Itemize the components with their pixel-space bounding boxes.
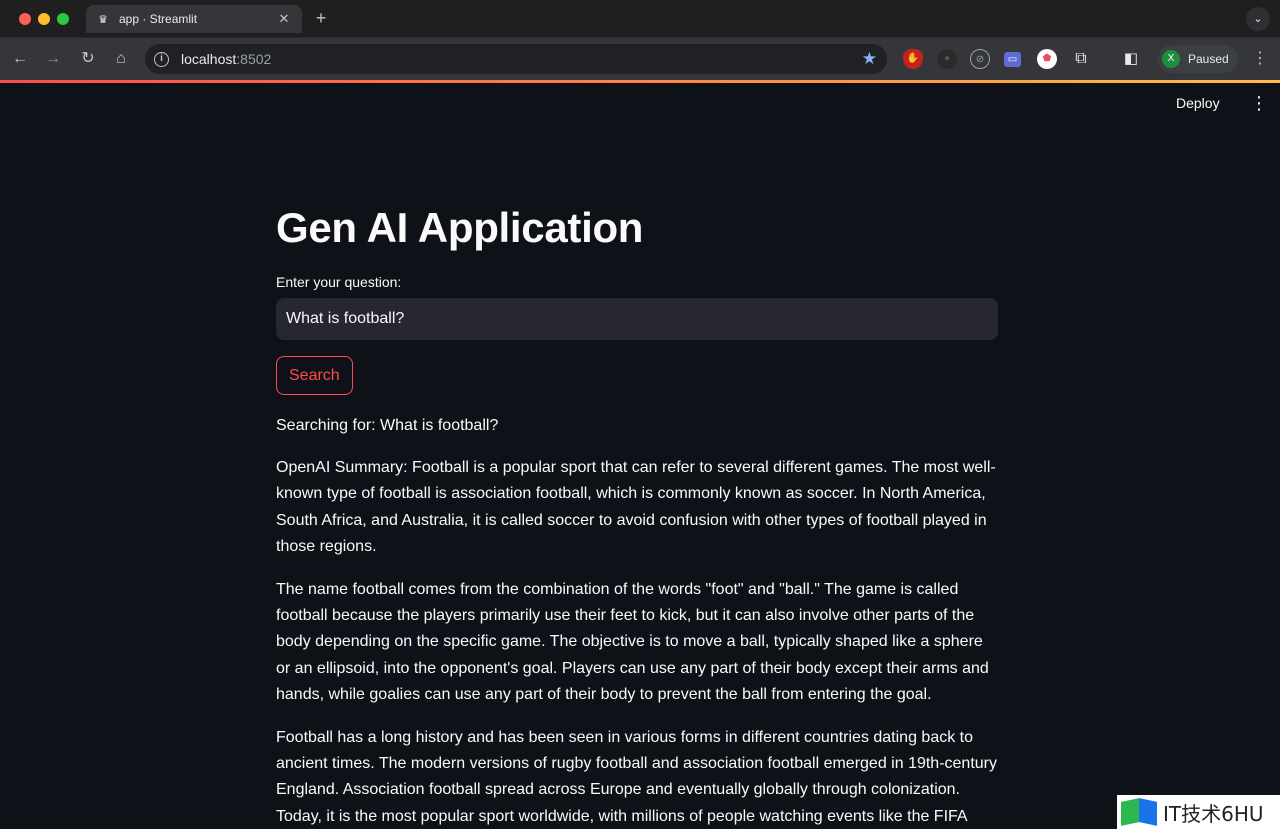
dark-extension-icon[interactable]: ● [937, 49, 957, 69]
streamlit-favicon-icon: ♛ [98, 13, 108, 26]
app-header: Deploy ⋮ [0, 83, 1280, 129]
reload-icon[interactable]: ↻ [77, 48, 99, 70]
bookmark-star-icon[interactable]: ★ [862, 49, 877, 69]
site-info-icon[interactable]: i [154, 51, 169, 67]
searching-status-text: Searching for: What is football? [276, 417, 499, 434]
home-icon[interactable]: ⌂ [110, 48, 132, 70]
blocked-extension-icon[interactable]: ⊘ [970, 49, 990, 69]
url-port: :8502 [236, 51, 272, 67]
watermark-text: IT技术6HU [1163, 801, 1264, 826]
side-panel-icon[interactable]: ◧ [1121, 49, 1141, 69]
main-content: Gen AI Application Enter your question: … [276, 200, 998, 829]
close-window-button[interactable] [19, 13, 31, 25]
profile-status: Paused [1188, 52, 1229, 66]
book-logo-icon [1121, 798, 1159, 826]
window-extension-icon[interactable]: ▭ [1004, 52, 1021, 67]
question-input[interactable] [276, 298, 998, 340]
page-title: Gen AI Application [276, 204, 644, 251]
url-host: localhost [181, 51, 237, 67]
browser-tab-strip: ♛ app · Streamlit ✕ + ⌄ [0, 0, 1280, 38]
back-arrow-icon[interactable]: ← [9, 48, 31, 70]
profile-button[interactable]: X Paused [1158, 45, 1238, 73]
browser-tab[interactable]: ♛ app · Streamlit ✕ [86, 5, 302, 33]
address-bar[interactable]: i localhost:8502 ★ [145, 44, 887, 74]
summary-paragraph: OpenAI Summary: Football is a popular sp… [276, 459, 996, 556]
minimize-window-button[interactable] [38, 13, 50, 25]
maximize-window-button[interactable] [57, 13, 69, 25]
summary-paragraph: The name football comes from the combina… [276, 580, 989, 704]
question-input-label: Enter your question: [276, 274, 402, 290]
browser-menu-icon[interactable]: ⋮ [1249, 48, 1271, 70]
tab-title: app · Streamlit [119, 12, 198, 26]
deploy-button[interactable]: Deploy [1176, 95, 1220, 111]
new-tab-button[interactable]: + [311, 8, 331, 28]
shield-extension-icon[interactable]: ⬟ [1037, 49, 1057, 69]
ublock-extension-icon[interactable]: ✋ [903, 49, 923, 69]
tab-close-icon[interactable]: ✕ [276, 11, 292, 27]
browser-toolbar: ← → ↻ ⌂ i localhost:8502 ★ ✋ ● ⊘ ▭ ⬟ ⧉ ◧… [0, 38, 1280, 80]
extensions-icon[interactable]: ⧉ [1071, 49, 1091, 69]
profile-avatar: X [1162, 50, 1180, 68]
watermark: IT技术6HU [1117, 795, 1280, 829]
summary-paragraph: Football has a long history and has been… [276, 728, 997, 825]
forward-arrow-icon[interactable]: → [42, 48, 64, 70]
tab-search-icon[interactable]: ⌄ [1246, 7, 1270, 31]
search-button[interactable]: Search [276, 356, 353, 395]
url-text: localhost:8502 [181, 51, 271, 67]
main-menu-icon[interactable]: ⋮ [1250, 93, 1268, 114]
